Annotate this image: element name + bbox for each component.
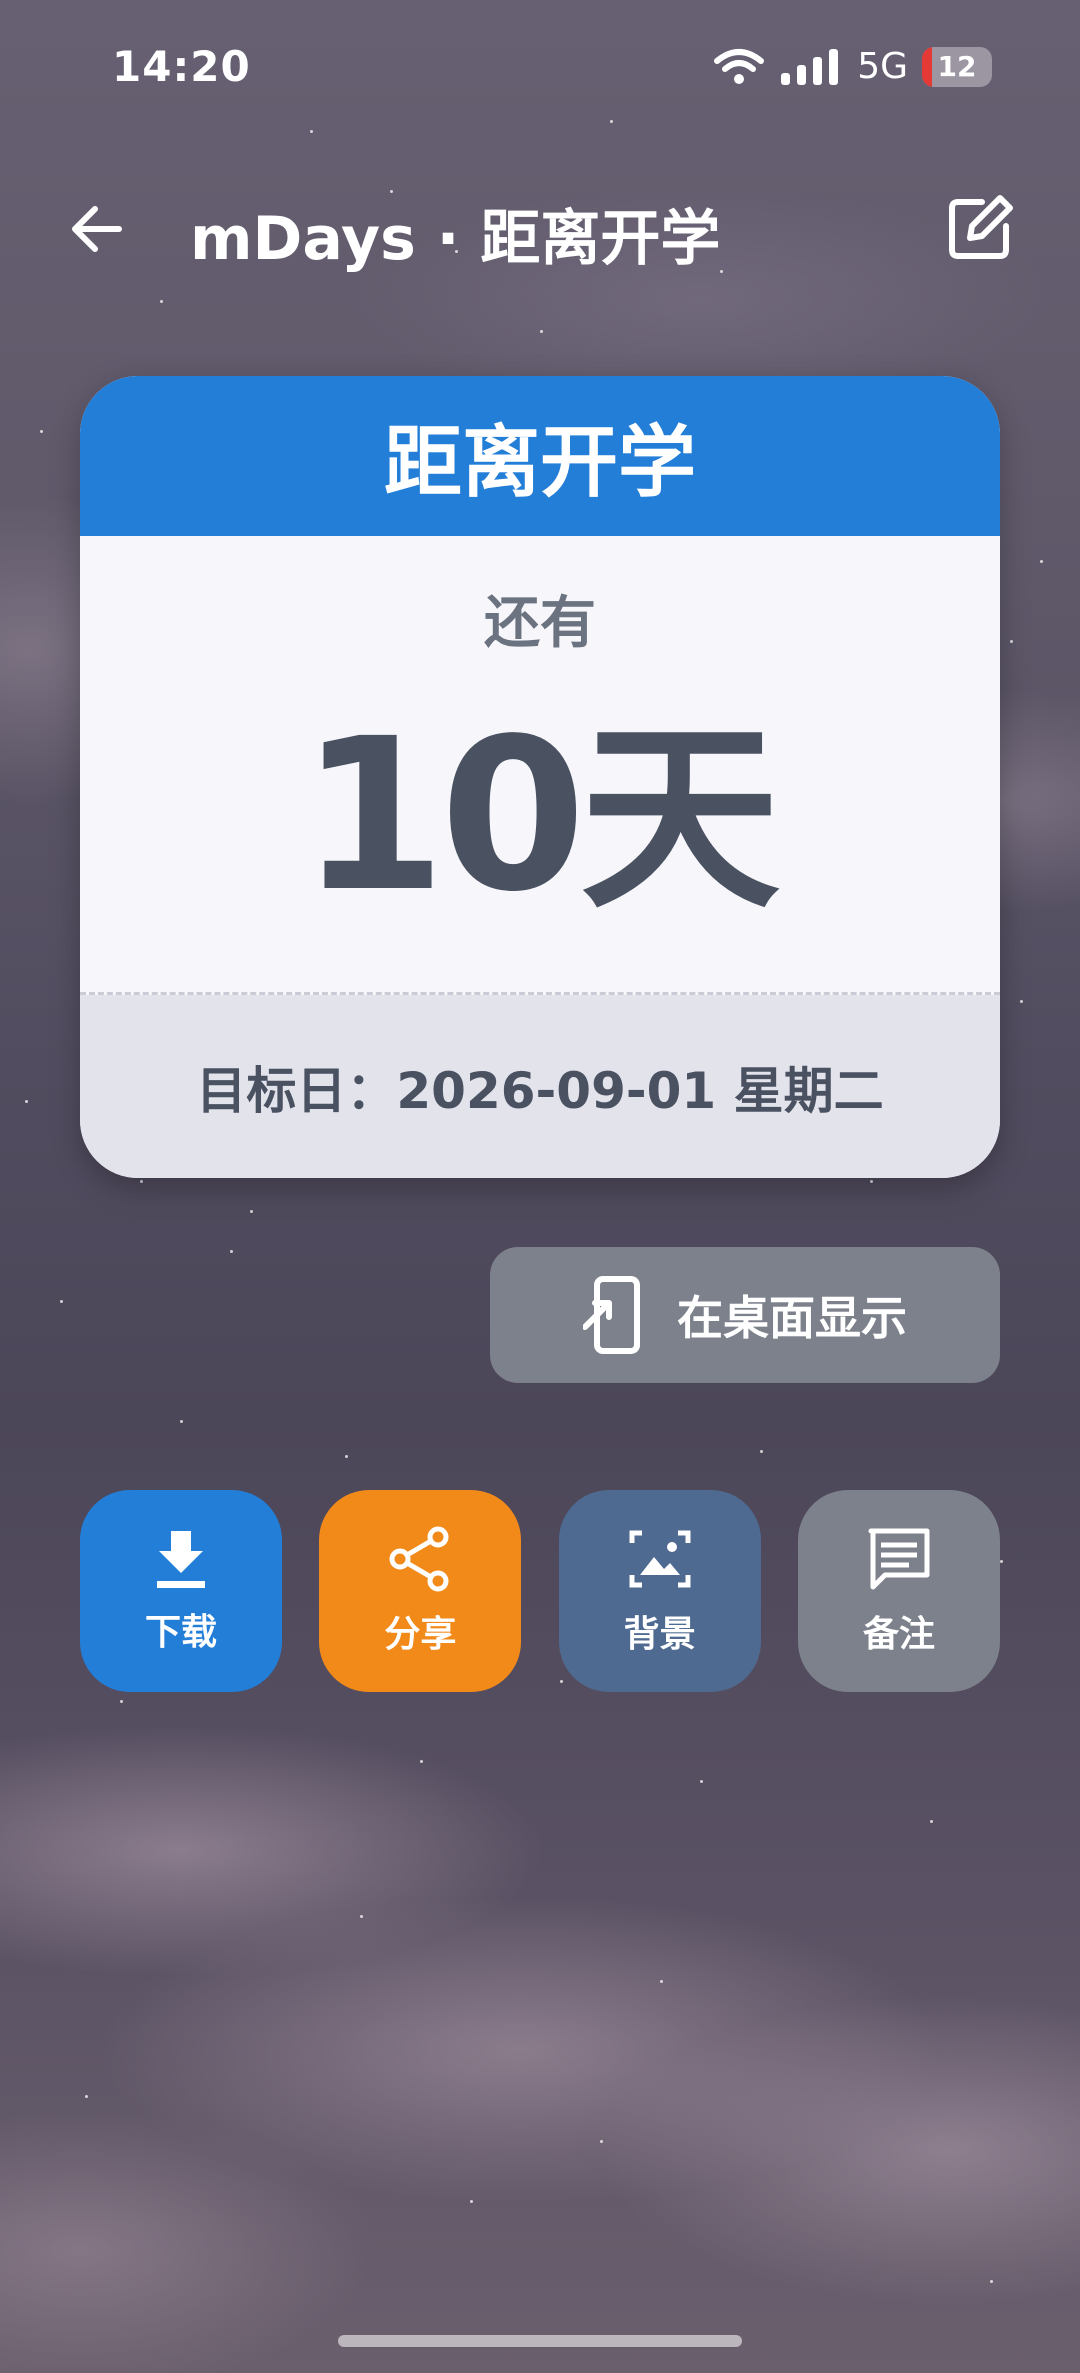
share-button[interactable]: 分享 xyxy=(319,1490,522,1692)
page-title: mDays · 距离开学 xyxy=(190,204,721,274)
download-button[interactable]: 下载 xyxy=(80,1490,282,1692)
network-type: 5G xyxy=(857,46,908,87)
download-label: 下载 xyxy=(144,1612,217,1653)
action-buttons: 下载 分享 背景 备注 xyxy=(80,1490,1000,1692)
share-label: 分享 xyxy=(384,1614,457,1655)
card-title: 距离开学 xyxy=(80,376,1000,536)
show-on-desktop-label: 在桌面显示 xyxy=(677,1291,907,1345)
wifi-icon xyxy=(714,48,765,84)
days-unit: 天 xyxy=(580,703,781,936)
battery-icon: 12 xyxy=(922,46,992,87)
card-body: 还有 10天 xyxy=(80,536,1000,992)
remaining-label: 还有 xyxy=(484,591,596,656)
phone-arrow-icon xyxy=(583,1276,640,1354)
show-on-desktop-button[interactable]: 在桌面显示 xyxy=(490,1247,1000,1383)
status-bar: 14:20 5G 12 xyxy=(0,0,1080,140)
target-date: 目标日：2026-09-01 星期二 xyxy=(80,995,1000,1178)
status-time: 14:20 xyxy=(112,42,251,91)
status-icons: 5G 12 xyxy=(713,46,992,87)
countdown-card: 距离开学 还有 10天 目标日：2026-09-01 星期二 xyxy=(80,376,1000,1178)
share-icon xyxy=(389,1526,449,1592)
background-label: 背景 xyxy=(623,1614,696,1655)
note-label: 备注 xyxy=(862,1614,935,1655)
home-indicator[interactable] xyxy=(338,2335,742,2347)
download-icon xyxy=(157,1531,205,1588)
back-button[interactable] xyxy=(62,194,132,264)
arrow-left-icon xyxy=(72,206,122,252)
image-icon xyxy=(629,1530,691,1588)
note-button[interactable]: 备注 xyxy=(797,1490,1000,1692)
days-number: 10 xyxy=(299,693,586,938)
signal-icon xyxy=(781,48,839,85)
comment-icon xyxy=(868,1528,930,1590)
battery-level: 12 xyxy=(937,50,977,83)
top-app-bar: mDays · 距离开学 xyxy=(0,180,1080,280)
edit-button[interactable] xyxy=(940,188,1020,268)
edit-icon xyxy=(949,195,1013,259)
days-count: 10天 xyxy=(80,656,1000,946)
background-button[interactable]: 背景 xyxy=(558,1490,761,1692)
